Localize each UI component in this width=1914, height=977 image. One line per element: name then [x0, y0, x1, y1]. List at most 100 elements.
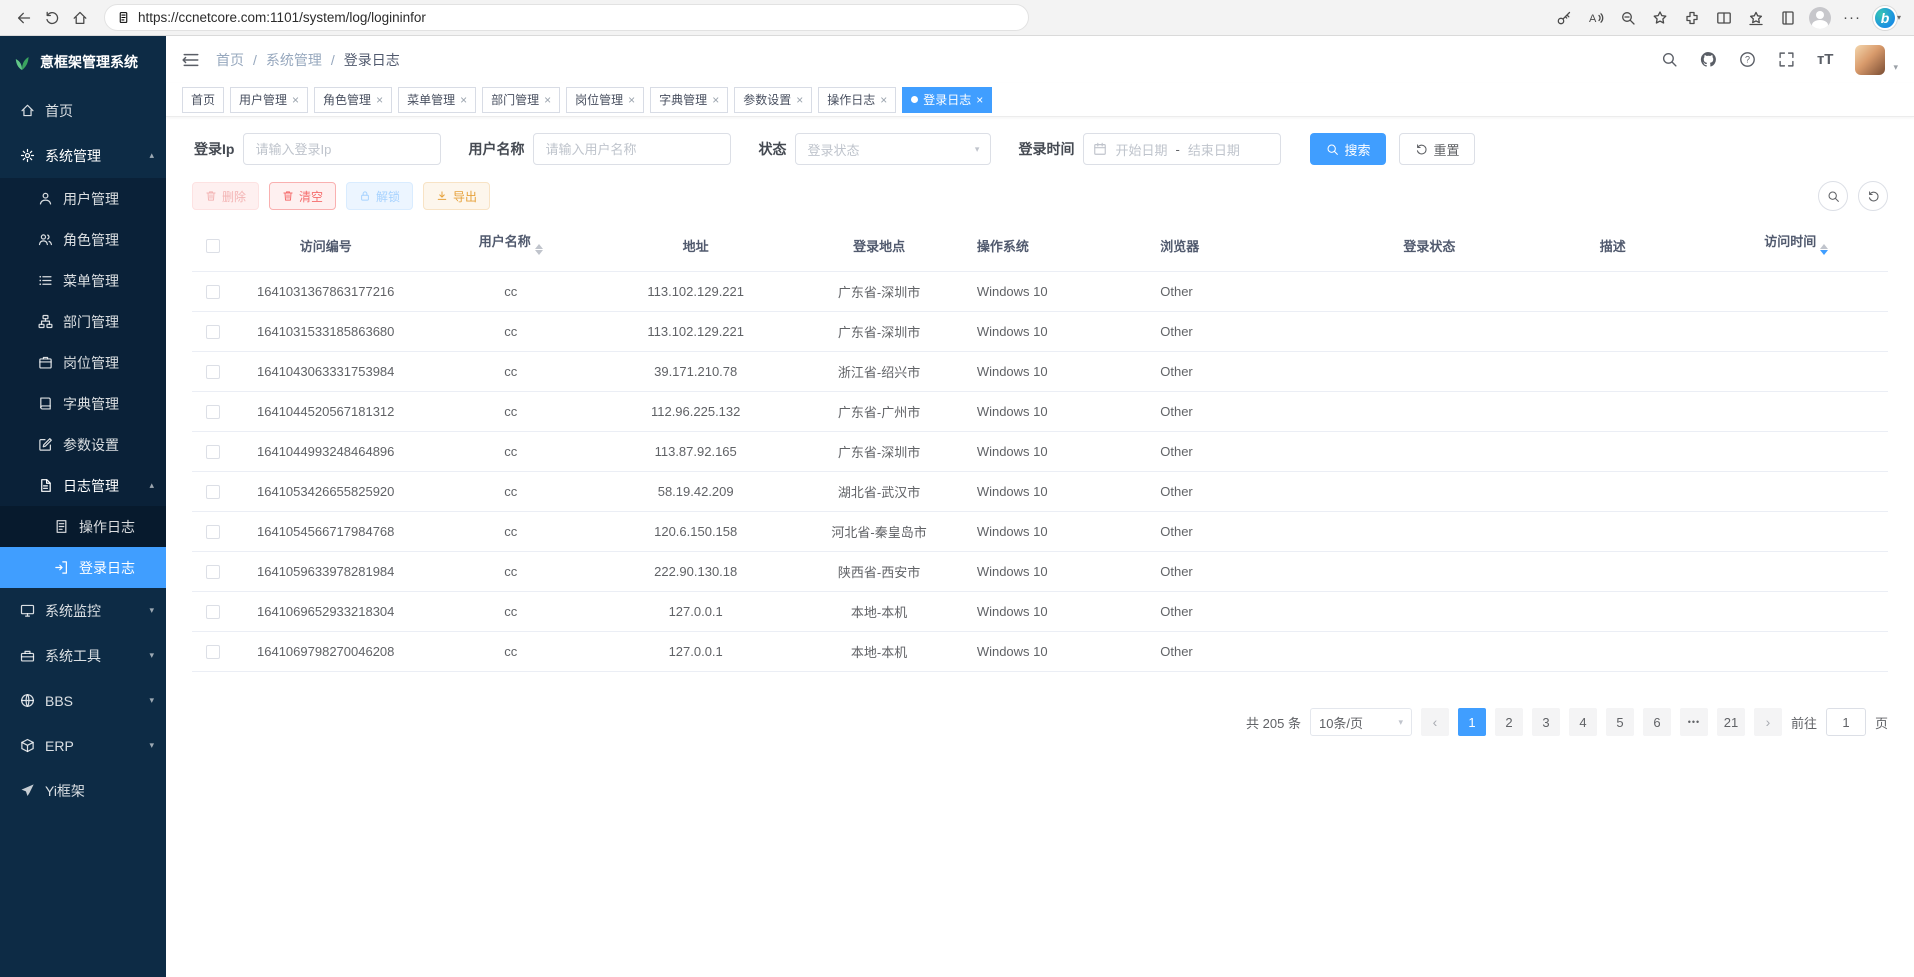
sort-icon[interactable] — [535, 240, 543, 259]
user-name-input[interactable] — [533, 133, 731, 165]
tab-oper-log[interactable]: 操作日志× — [818, 87, 896, 113]
fullscreen-icon[interactable] — [1778, 51, 1795, 68]
table-row[interactable]: 1641043063331753984cc39.171.210.78浙江省-绍兴… — [192, 352, 1888, 392]
table-row[interactable]: 1641031367863177216cc113.102.129.221广东省-… — [192, 272, 1888, 312]
goto-page-input[interactable] — [1826, 708, 1866, 736]
page-button-3[interactable]: 3 — [1532, 708, 1560, 736]
export-button[interactable]: 导出 — [423, 182, 490, 210]
col-time[interactable]: 访问时间 — [1705, 219, 1889, 272]
sidebar-item-menu-mgmt[interactable]: 菜单管理 — [0, 260, 166, 301]
avatar-caret-icon[interactable]: ▾ — [1893, 62, 1898, 73]
github-icon[interactable] — [1700, 51, 1717, 68]
end-date[interactable]: 结束日期 — [1188, 140, 1240, 159]
sidebar-item-log-mgmt[interactable]: 日志管理 ▴ — [0, 465, 166, 506]
page-button-5[interactable]: 5 — [1606, 708, 1634, 736]
table-row[interactable]: 1641053426655825920cc58.19.42.209湖北省-武汉市… — [192, 472, 1888, 512]
page-button-6[interactable]: 6 — [1643, 708, 1671, 736]
sidebar-item-role-mgmt[interactable]: 角色管理 — [0, 219, 166, 260]
sidebar-item-home[interactable]: 首页 — [0, 88, 166, 133]
extensions-icon[interactable] — [1678, 4, 1706, 32]
next-page-button[interactable]: › — [1754, 708, 1782, 736]
table-row[interactable]: 1641059633978281984cc222.90.130.18陕西省-西安… — [192, 552, 1888, 592]
unlock-button[interactable]: 解锁 — [346, 182, 413, 210]
favorites-bar-icon[interactable] — [1742, 4, 1770, 32]
sidebar-item-system[interactable]: 系统管理 ▴ — [0, 133, 166, 178]
col-user-name[interactable]: 用户名称 — [417, 219, 604, 272]
collections-icon[interactable] — [1774, 4, 1802, 32]
search-icon[interactable] — [1661, 51, 1678, 68]
start-date[interactable]: 开始日期 — [1115, 140, 1167, 159]
close-icon[interactable]: × — [544, 94, 551, 106]
table-row[interactable]: 1641044993248464896cc113.87.92.165广东省-深圳… — [192, 432, 1888, 472]
page-button-2[interactable]: 2 — [1495, 708, 1523, 736]
sidebar-item-monitor[interactable]: 系统监控 ▾ — [0, 588, 166, 633]
tab-role-mgmt[interactable]: 角色管理× — [314, 87, 392, 113]
sidebar-item-login-log[interactable]: 登录日志 — [0, 547, 166, 588]
sidebar-item-dict-mgmt[interactable]: 字典管理 — [0, 383, 166, 424]
browser-menu-ellipsis-icon[interactable]: ··· — [1838, 4, 1866, 32]
close-icon[interactable]: × — [880, 94, 887, 106]
page-button-21[interactable]: 21 — [1717, 708, 1745, 736]
select-all-checkbox[interactable] — [206, 239, 220, 253]
sidebar-item-oper-log[interactable]: 操作日志 — [0, 506, 166, 547]
user-avatar[interactable] — [1855, 45, 1885, 75]
row-checkbox[interactable] — [206, 325, 220, 339]
tab-post-mgmt[interactable]: 岗位管理× — [566, 87, 644, 113]
search-button[interactable]: 搜索 — [1310, 133, 1386, 165]
tab-home[interactable]: 首页 — [182, 87, 224, 113]
zoom-out-icon[interactable] — [1614, 4, 1642, 32]
close-icon[interactable]: × — [376, 94, 383, 106]
breadcrumb-home[interactable]: 首页 — [216, 50, 244, 70]
row-checkbox[interactable] — [206, 645, 220, 659]
status-select[interactable]: 登录状态 ▾ — [795, 133, 991, 165]
browser-home-icon[interactable] — [66, 4, 94, 32]
table-row[interactable]: 1641031533185863680cc113.102.129.221广东省-… — [192, 312, 1888, 352]
login-ip-input[interactable] — [243, 133, 441, 165]
clear-button[interactable]: 清空 — [269, 182, 336, 210]
tab-user-mgmt[interactable]: 用户管理× — [230, 87, 308, 113]
refresh-table-icon[interactable] — [1858, 181, 1888, 211]
close-icon[interactable]: × — [796, 94, 803, 106]
browser-back-icon[interactable] — [10, 4, 38, 32]
table-row[interactable]: 1641069652933218304cc127.0.0.1本地-本机 Wind… — [192, 592, 1888, 632]
delete-button[interactable]: 删除 — [192, 182, 259, 210]
site-info-icon[interactable] — [117, 11, 130, 24]
bing-copilot-icon[interactable]: b▾ — [1870, 4, 1904, 32]
row-checkbox[interactable] — [206, 365, 220, 379]
close-icon[interactable]: × — [712, 94, 719, 106]
tab-dept-mgmt[interactable]: 部门管理× — [482, 87, 560, 113]
tab-menu-mgmt[interactable]: 菜单管理× — [398, 87, 476, 113]
split-screen-icon[interactable] — [1710, 4, 1738, 32]
close-icon[interactable]: × — [460, 94, 467, 106]
table-row[interactable]: 1641044520567181312cc112.96.225.132广东省-广… — [192, 392, 1888, 432]
browser-refresh-icon[interactable] — [38, 4, 66, 32]
sidebar-item-bbs[interactable]: BBS ▾ — [0, 678, 166, 723]
toggle-search-icon[interactable] — [1818, 181, 1848, 211]
font-size-icon[interactable]: тT — [1817, 51, 1834, 68]
browser-profile-avatar[interactable] — [1806, 4, 1834, 32]
page-size-select[interactable]: 10条/页 ▾ — [1310, 708, 1412, 736]
row-checkbox[interactable] — [206, 445, 220, 459]
tab-dict-mgmt[interactable]: 字典管理× — [650, 87, 728, 113]
sort-icon[interactable] — [1820, 240, 1828, 259]
password-key-icon[interactable] — [1550, 4, 1578, 32]
row-checkbox[interactable] — [206, 405, 220, 419]
address-bar[interactable]: https://ccnetcore.com:1101/system/log/lo… — [104, 4, 1029, 31]
close-icon[interactable]: × — [292, 94, 299, 106]
table-row[interactable]: 1641054566717984768cc120.6.150.158河北省-秦皇… — [192, 512, 1888, 552]
sidebar-item-dept-mgmt[interactable]: 部门管理 — [0, 301, 166, 342]
sidebar-item-erp[interactable]: ERP ▾ — [0, 723, 166, 768]
read-aloud-icon[interactable]: A — [1582, 4, 1610, 32]
more-pages-button[interactable]: ••• — [1680, 708, 1708, 736]
tab-param-settings[interactable]: 参数设置× — [734, 87, 812, 113]
date-range-picker[interactable]: 开始日期 - 结束日期 — [1083, 133, 1281, 165]
sidebar-item-param-settings[interactable]: 参数设置 — [0, 424, 166, 465]
row-checkbox[interactable] — [206, 605, 220, 619]
sidebar-item-tools[interactable]: 系统工具 ▾ — [0, 633, 166, 678]
row-checkbox[interactable] — [206, 525, 220, 539]
page-button-4[interactable]: 4 — [1569, 708, 1597, 736]
sidebar-item-yi-framework[interactable]: Yi框架 — [0, 768, 166, 813]
page-button-1[interactable]: 1 — [1458, 708, 1486, 736]
favorites-add-icon[interactable] — [1646, 4, 1674, 32]
breadcrumb-system[interactable]: 系统管理 — [266, 50, 322, 70]
